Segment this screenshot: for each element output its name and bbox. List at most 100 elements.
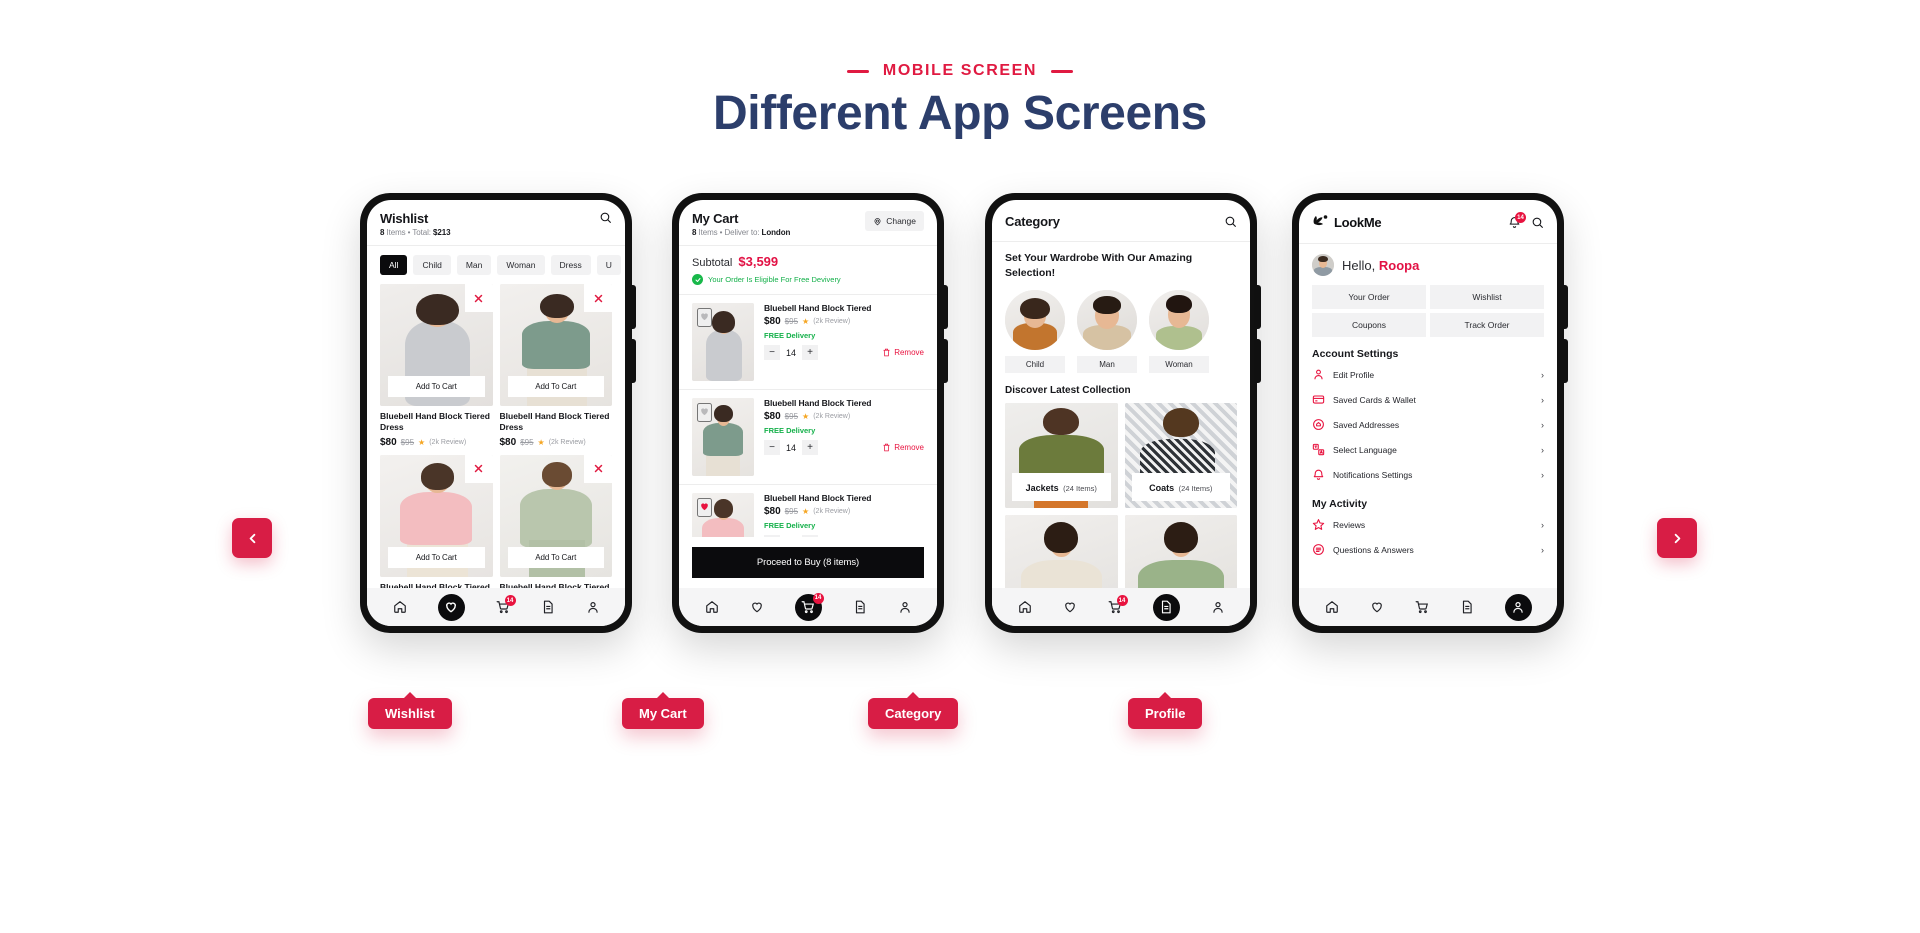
remove-from-wishlist-button[interactable]: [584, 284, 612, 312]
remove-item-button[interactable]: Remove: [882, 348, 924, 357]
nav-orders-button[interactable]: [853, 600, 867, 614]
add-to-cart-button[interactable]: Add To Cart: [507, 376, 604, 397]
nav-orders-button[interactable]: [1152, 593, 1180, 621]
product-old-price: $95: [520, 437, 534, 447]
quantity-increment-button[interactable]: +: [802, 345, 818, 360]
quantity-increment-button[interactable]: +: [802, 440, 818, 455]
search-button[interactable]: [599, 211, 612, 224]
nav-home-button[interactable]: [1018, 600, 1032, 614]
settings-item-saved-addresses[interactable]: Saved Addresses ›: [1299, 412, 1557, 437]
settings-item-notifications[interactable]: Notifications Settings ›: [1299, 462, 1557, 487]
nav-wishlist-button[interactable]: [437, 593, 465, 621]
settings-item-edit-profile[interactable]: Edit Profile ›: [1299, 362, 1557, 387]
quantity-decrement-button[interactable]: −: [764, 440, 780, 455]
category-circle-woman[interactable]: Woman: [1149, 290, 1209, 374]
carousel-prev-button[interactable]: [232, 518, 272, 558]
remove-from-wishlist-button[interactable]: [464, 284, 493, 312]
category-tile-3[interactable]: [1005, 515, 1118, 588]
phone-side-button: [1564, 339, 1568, 383]
separator-dot: •: [719, 228, 723, 237]
filter-chip-woman[interactable]: Woman: [497, 255, 545, 275]
star-icon: ★: [537, 437, 545, 447]
filter-chip-more[interactable]: U: [596, 255, 621, 275]
quick-actions-grid: Your Order Wishlist Coupons Track Order: [1299, 276, 1557, 337]
category-tile-name: Jackets: [1025, 483, 1059, 494]
quantity-value: 14: [785, 442, 796, 453]
nav-profile-button[interactable]: [898, 600, 912, 614]
nav-wishlist-button[interactable]: [1370, 600, 1384, 614]
bottom-navigation: 14: [992, 588, 1250, 626]
favorite-toggle-button[interactable]: [697, 308, 712, 327]
remove-from-wishlist-button[interactable]: [584, 454, 612, 483]
wishlist-subtitle: 8 Items • Total: $213: [380, 228, 451, 237]
nav-profile-button[interactable]: [1211, 600, 1225, 614]
coupons-button[interactable]: Coupons: [1312, 313, 1426, 337]
nav-cart-button[interactable]: 14: [794, 592, 824, 621]
nav-profile-button[interactable]: [1504, 593, 1532, 621]
app-brand: LookMe: [1312, 213, 1382, 232]
nav-wishlist-button[interactable]: [750, 600, 764, 614]
quantity-value: 14: [785, 347, 796, 358]
category-circle-man[interactable]: Man: [1077, 290, 1137, 374]
filter-chip-all[interactable]: All: [380, 255, 408, 275]
nav-cart-button[interactable]: 14: [496, 595, 516, 614]
search-button[interactable]: [1224, 215, 1237, 228]
nav-orders-button[interactable]: [1460, 600, 1474, 614]
question-list-icon: [1312, 543, 1325, 556]
nav-home-button[interactable]: [393, 600, 407, 614]
product-card[interactable]: Add To Cart Bluebell Hand Block Tiered D…: [499, 454, 612, 588]
nav-cart-button[interactable]: 14: [1108, 595, 1128, 614]
favorite-toggle-button[interactable]: [697, 498, 712, 517]
nav-home-button[interactable]: [705, 600, 719, 614]
settings-item-select-language[interactable]: Select Language ›: [1299, 437, 1557, 462]
change-address-button[interactable]: Change: [865, 211, 924, 231]
search-icon: [1225, 216, 1236, 227]
category-tile-4[interactable]: [1124, 515, 1237, 588]
notifications-button[interactable]: 14: [1508, 212, 1526, 229]
nav-orders-button[interactable]: [541, 600, 555, 614]
category-circle-child[interactable]: Child: [1005, 290, 1065, 374]
your-order-button[interactable]: Your Order: [1312, 285, 1426, 309]
orders-document-icon: [1161, 600, 1171, 614]
phone-side-button: [632, 285, 636, 329]
nav-profile-button[interactable]: [586, 600, 600, 614]
category-tile-jackets[interactable]: Jackets (24 Items): [1005, 403, 1118, 509]
nav-cart-button[interactable]: [1415, 600, 1429, 614]
nav-home-button[interactable]: [1325, 600, 1339, 614]
product-card[interactable]: Add To Cart Bluebell Hand Block Tiered D…: [499, 284, 612, 448]
proceed-to-buy-button[interactable]: Proceed to Buy (8 items): [692, 547, 924, 578]
category-label-child[interactable]: Child: [1005, 356, 1065, 374]
track-order-button[interactable]: Track Order: [1430, 313, 1544, 337]
add-to-cart-button[interactable]: Add To Cart: [388, 546, 485, 568]
activity-item-questions-answers[interactable]: Questions & Answers ›: [1299, 537, 1557, 562]
category-circle-row: Child Man Woman: [1005, 290, 1237, 374]
quantity-decrement-button[interactable]: −: [764, 345, 780, 360]
remove-from-wishlist-button[interactable]: [464, 454, 493, 483]
category-label-woman[interactable]: Woman: [1149, 356, 1209, 374]
product-card[interactable]: Add To Cart Bluebell Hand Block Tiered D…: [380, 454, 493, 588]
add-to-cart-button[interactable]: Add To Cart: [507, 546, 604, 568]
remove-item-label: Remove: [894, 443, 924, 452]
filter-chip-man[interactable]: Man: [456, 255, 492, 275]
favorite-toggle-button[interactable]: [697, 403, 712, 422]
activity-item-reviews[interactable]: Reviews ›: [1299, 512, 1557, 537]
chevron-right-icon: ›: [1541, 369, 1544, 380]
filter-chip-dress[interactable]: Dress: [550, 255, 591, 275]
remove-item-button[interactable]: Remove: [882, 443, 924, 452]
category-tile-name: Coats: [1149, 483, 1175, 494]
product-card[interactable]: Add To Cart Bluebell Hand Block Tiered D…: [380, 284, 493, 448]
carousel-next-button[interactable]: [1657, 518, 1697, 558]
heart-icon: [446, 602, 456, 613]
phone-my-cart: My Cart 8 Items • Deliver to: London Cha…: [672, 193, 948, 633]
chevron-left-icon: [249, 533, 255, 543]
category-tile-coats[interactable]: Coats (24 Items): [1124, 403, 1237, 509]
add-to-cart-button[interactable]: Add To Cart: [388, 376, 485, 397]
category-label-man[interactable]: Man: [1077, 356, 1137, 374]
wishlist-button[interactable]: Wishlist: [1430, 285, 1544, 309]
filter-chip-child[interactable]: Child: [413, 255, 451, 275]
separator-dot: •: [407, 228, 411, 237]
nav-wishlist-button[interactable]: [1063, 600, 1077, 614]
settings-item-saved-cards[interactable]: Saved Cards & Wallet ›: [1299, 387, 1557, 412]
search-button[interactable]: [1531, 216, 1544, 229]
subtotal-amount: $3,599: [738, 254, 779, 269]
